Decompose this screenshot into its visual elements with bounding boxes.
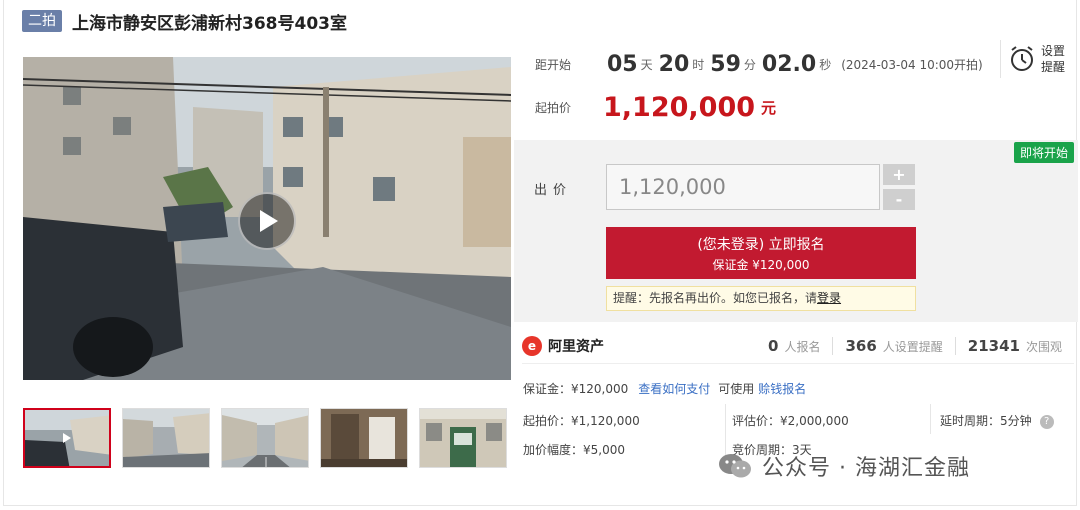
thumbnail-3[interactable] [221, 408, 309, 468]
set-reminder-button[interactable]: 设置 提醒 [1000, 40, 1072, 78]
signup-deposit-label: 保证金 ¥120,000 [712, 257, 810, 272]
increment-detail: 加价幅度：¥5,000 [523, 443, 625, 457]
watermark-text: 公众号 · 海湖汇金融 [762, 456, 970, 481]
stat-number: 366 [845, 336, 877, 355]
bid-area: 即将开始 出价 1,120,000 + - (您未登录) 立即报名 保证金 ¥1… [514, 140, 1078, 322]
countdown: 距开始 05 天 20 时 59 分 02.0 秒 (2024-03-04 10… [535, 46, 983, 82]
appraisal-price-detail: 评估价：¥2,000,000 [732, 414, 849, 428]
bid-amount-input[interactable]: 1,120,000 [606, 164, 880, 210]
tip-text: 提醒：先报名再出价。如您已报名，请 [613, 291, 818, 305]
reminder-label-line1: 设置 [1041, 44, 1066, 58]
credit-signup-link[interactable]: 赊钱报名 [758, 380, 806, 397]
help-icon[interactable]: ? [1039, 414, 1054, 429]
stat-reminders: 366 人设置提醒 [832, 336, 954, 355]
thumbnail-2[interactable] [122, 408, 210, 468]
deposit-row: 保证金：¥120,000 查看如何支付 可使用 赊钱报名 [523, 380, 806, 397]
stats: 0 人报名 366 人设置提醒 21341 次围观 [756, 336, 1074, 355]
stat-unit: 人设置提醒 [882, 339, 943, 354]
play-icon [63, 433, 71, 443]
signup-button-label: (您未登录) 立即报名 [697, 236, 825, 253]
stat-unit: 人报名 [784, 339, 821, 354]
thumbnail-4[interactable] [320, 408, 408, 468]
countdown-hours: 20 [658, 51, 690, 77]
reminder-label-line2: 提醒 [1041, 60, 1066, 74]
watermark: 公众号 · 海湖汇金融 [718, 450, 970, 482]
countdown-seconds-unit: 秒 [819, 57, 832, 72]
usable-text: 可使用 [718, 382, 755, 396]
title-row: 二拍 上海市静安区彭浦新村368号403室 [22, 8, 347, 34]
wechat-icon [719, 454, 751, 478]
stat-signups: 0 人报名 [756, 337, 832, 355]
thumbnail-1[interactable] [23, 408, 111, 468]
start-price-label: 起拍价 [535, 100, 572, 115]
brand-name: 阿里资产 [548, 338, 604, 355]
delay-period-text: 延时周期：5分钟 [940, 414, 1032, 428]
signup-button[interactable]: (您未登录) 立即报名 保证金 ¥120,000 [606, 227, 916, 279]
countdown-minutes: 59 [710, 51, 741, 77]
divider [930, 404, 931, 434]
login-link[interactable]: 登录 [817, 291, 841, 305]
countdown-hours-unit: 时 [692, 57, 705, 72]
stat-number: 21341 [967, 336, 1020, 355]
stat-unit: 次围观 [1025, 339, 1062, 354]
alibaba-assets-logo-icon: e [522, 335, 542, 356]
countdown-seconds: 02.0 [761, 51, 817, 77]
signup-tip: 提醒：先报名再出价。如您已报名，请登录 [606, 286, 916, 311]
auction-start-time: (2024-03-04 10:00开拍) [841, 57, 983, 72]
alarm-clock-icon [1011, 46, 1033, 71]
thumbnail-5[interactable] [419, 408, 507, 468]
page-title: 上海市静安区彭浦新村368号403室 [72, 13, 347, 34]
increase-bid-button[interactable]: + [883, 164, 915, 185]
decrease-bid-button[interactable]: - [883, 189, 915, 210]
stat-views: 21341 次围观 [954, 336, 1074, 355]
stats-row: e 阿里资产 0 人报名 366 人设置提醒 21341 次围观 [522, 328, 1074, 364]
countdown-label: 距开始 [535, 57, 572, 72]
start-price: 起拍价 1,120,000 元 [535, 90, 776, 124]
play-icon [260, 210, 278, 232]
how-to-pay-link[interactable]: 查看如何支付 [638, 380, 710, 397]
stat-number: 0 [768, 336, 779, 355]
bid-label: 出价 [534, 183, 573, 198]
countdown-days-unit: 天 [640, 57, 653, 72]
main-photo[interactable] [23, 57, 511, 380]
thumbnail-strip [23, 408, 518, 468]
round-tag: 二拍 [22, 10, 62, 32]
start-price-value: 1,120,000 [603, 91, 756, 123]
start-price-detail: 起拍价：¥1,120,000 [523, 414, 640, 428]
status-badge: 即将开始 [1013, 142, 1074, 163]
countdown-days: 05 [607, 51, 638, 77]
countdown-minutes-unit: 分 [743, 57, 756, 72]
bid-stepper: + - [883, 164, 915, 210]
deposit-text: 保证金：¥120,000 [523, 382, 629, 396]
delay-period-detail: 延时周期：5分钟? [940, 412, 1054, 429]
brand[interactable]: e 阿里资产 [522, 335, 604, 356]
play-video-button[interactable] [238, 192, 296, 250]
start-price-unit: 元 [761, 98, 777, 117]
